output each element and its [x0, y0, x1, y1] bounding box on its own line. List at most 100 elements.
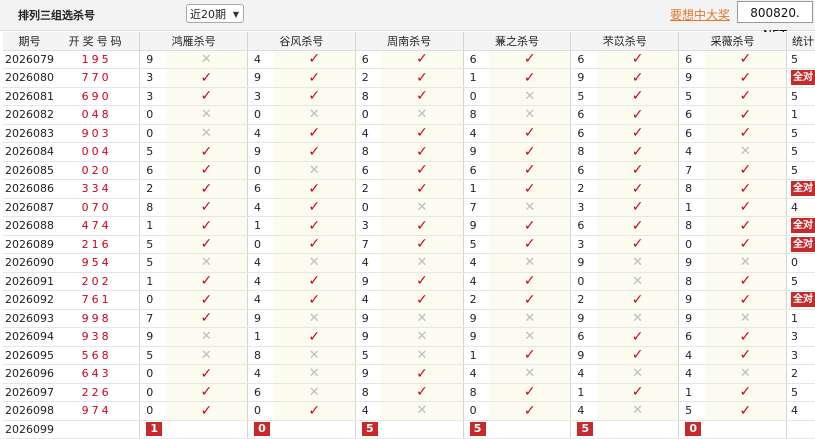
- check-mark-icon: ✓: [523, 384, 536, 401]
- check-mark-icon: ✓: [523, 69, 536, 86]
- check-mark-icon: ✓: [416, 69, 428, 86]
- stat-value: 5: [790, 145, 798, 159]
- check-mark-icon: ✓: [739, 291, 752, 308]
- cross-mark-icon: ✕: [200, 347, 212, 363]
- result-mark-cell: ✓: [381, 272, 464, 291]
- stat-cell: 5: [785, 87, 815, 106]
- draw-number-cell: 202: [54, 272, 140, 291]
- current-kill-value: 5: [469, 422, 486, 437]
- result-mark-cell: ✓: [165, 87, 248, 106]
- cross-mark-icon: ✕: [632, 366, 644, 382]
- table-row: 2026094 938 9 ✕ 1 ✓ 9 ✕ 9 ✕ 6 ✓ 6 ✓ 3: [3, 327, 815, 347]
- issue-cell: 2026090: [3, 253, 54, 273]
- result-mark-cell: ✓: [381, 161, 464, 180]
- result-mark-cell: ✓: [165, 309, 248, 328]
- cross-mark-icon: ✕: [200, 125, 212, 141]
- kill-number-cell: 1: [462, 68, 490, 88]
- table-row: 2026083 903 0 ✕ 4 ✓ 4 ✓ 4 ✓ 6 ✓ 6 ✓ 5: [3, 124, 815, 143]
- kill-number-cell: 5: [139, 253, 166, 273]
- cross-mark-icon: ✕: [200, 329, 212, 345]
- check-mark-icon: ✓: [523, 125, 536, 142]
- draw-number-cell: 048: [54, 105, 140, 125]
- check-mark-icon: ✓: [416, 51, 428, 68]
- kill-number-cell: 6: [570, 124, 597, 143]
- result-mark-cell: ✕: [489, 309, 571, 328]
- check-mark-icon: ✓: [308, 291, 321, 308]
- current-kill-cell: 5: [570, 420, 597, 439]
- issue-cell: 2026086: [3, 179, 54, 199]
- kill-number-cell: 4: [462, 272, 490, 291]
- kill-number-cell: 9: [139, 327, 166, 347]
- kill-number-cell: 6: [246, 383, 274, 402]
- issue-cell: 2026083: [3, 124, 54, 143]
- check-mark-icon: ✓: [739, 199, 752, 216]
- issue-cell: 2026095: [3, 346, 54, 365]
- result-mark-cell: ✓: [596, 216, 679, 236]
- issue-cell: 2026079: [3, 50, 54, 69]
- chevron-down-icon: ▼: [232, 10, 239, 19]
- result-mark-cell: ✕: [596, 401, 679, 421]
- result-mark-cell: ✕: [704, 364, 787, 384]
- cross-mark-icon: ✕: [308, 366, 320, 382]
- kill-number-cell: 8: [139, 198, 166, 217]
- result-mark-cell: ✓: [381, 383, 464, 402]
- result-mark-cell: ✓: [489, 124, 571, 143]
- check-mark-icon: ✓: [631, 69, 644, 86]
- kill-number-cell: 4: [354, 290, 382, 310]
- check-mark-icon: ✓: [523, 162, 536, 179]
- kill-number-cell: 0: [139, 105, 166, 125]
- result-mark-cell: ✕: [489, 198, 571, 217]
- result-mark-cell: ✓: [596, 68, 679, 88]
- check-mark-icon: ✓: [523, 402, 536, 419]
- kill-number-cell: 4: [678, 142, 705, 162]
- result-mark-cell: ✓: [165, 142, 248, 162]
- kill-number-cell: 9: [139, 50, 166, 69]
- result-mark-cell: ✓: [596, 87, 679, 106]
- check-mark-icon: ✓: [416, 273, 428, 290]
- kill-number-cell: 6: [678, 327, 705, 347]
- col-stat: 统计: [785, 32, 815, 51]
- draw-number-cell: 998: [54, 309, 140, 328]
- kill-number-cell: 9: [354, 309, 382, 328]
- draw-number-cell: 770: [54, 68, 140, 88]
- issue-cell: 2026089: [3, 235, 54, 254]
- kill-number-cell: 8: [678, 179, 705, 199]
- check-mark-icon: ✓: [200, 199, 213, 216]
- check-mark-icon: ✓: [308, 199, 321, 216]
- check-mark-icon: ✓: [523, 180, 536, 197]
- period-select[interactable]: 近20期 ▼: [186, 4, 244, 23]
- kill-number-cell: 2: [354, 179, 382, 199]
- result-mark-cell: ✓: [704, 161, 787, 180]
- promo-link[interactable]: 要想中大奖: [670, 6, 730, 23]
- kill-number-cell: 0: [246, 105, 274, 125]
- draw-number-cell: 568: [54, 346, 140, 365]
- kill-number-cell: 0: [139, 364, 166, 384]
- kill-number-cell: 1: [462, 346, 490, 365]
- check-mark-icon: ✓: [416, 236, 428, 253]
- kill-number-cell: 0: [246, 235, 274, 254]
- result-mark-cell: ✓: [704, 346, 787, 365]
- result-mark-cell: ✕: [165, 105, 248, 125]
- result-mark-cell: ✓: [273, 235, 356, 254]
- cross-mark-icon: ✕: [524, 329, 536, 345]
- stat-cell: 3: [785, 346, 815, 365]
- site-badge[interactable]: 800820. NET: [737, 1, 813, 42]
- kill-number-cell: 9: [570, 309, 597, 328]
- kill-number-cell: 2: [570, 179, 597, 199]
- result-mark-cell: ✓: [596, 198, 679, 217]
- kill-number-cell: 9: [462, 216, 490, 236]
- check-mark-icon: ✓: [416, 180, 428, 197]
- result-mark-cell: ✓: [704, 290, 787, 310]
- result-mark-cell: ✓: [165, 179, 248, 199]
- stat-cell: 5: [785, 272, 815, 291]
- kill-number-cell: 5: [139, 142, 166, 162]
- cross-mark-icon: ✕: [416, 403, 428, 419]
- kill-number-cell: 6: [570, 216, 597, 236]
- result-mark-cell: ✓: [596, 383, 679, 402]
- kill-number-cell: 1: [139, 272, 166, 291]
- cross-mark-icon: ✕: [524, 255, 536, 271]
- cross-mark-icon: ✕: [524, 199, 536, 215]
- check-mark-icon: ✓: [523, 217, 536, 234]
- table-row: 2026093 998 7 ✓ 9 ✕ 9 ✕ 9 ✕ 9 ✕ 9 ✕ 1: [3, 309, 815, 328]
- result-mark-cell: ✓: [273, 401, 356, 421]
